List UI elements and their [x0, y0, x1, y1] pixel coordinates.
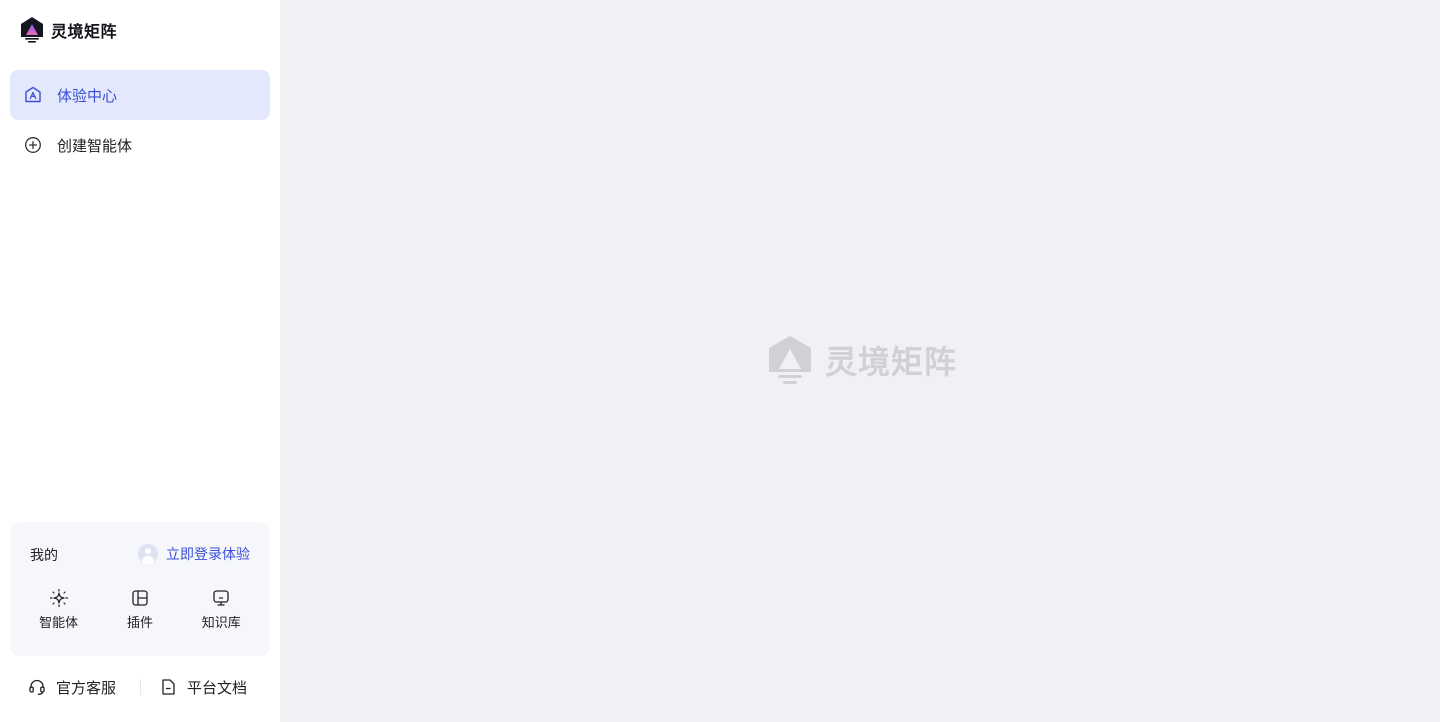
nav-item-label: 体验中心 — [57, 86, 118, 105]
nav-item-create-agent[interactable]: 创建智能体 — [10, 120, 270, 170]
nav-item-experience-center[interactable]: 体验中心 — [10, 70, 270, 120]
quick-access-row: 智能体 插件 知识库 — [10, 588, 270, 631]
quick-item-plugins[interactable]: 插件 — [110, 588, 170, 631]
docs-label: 平台文档 — [187, 678, 248, 697]
avatar-icon — [138, 544, 158, 564]
sidebar-nav: 体验中心 创建智能体 — [10, 70, 270, 170]
quick-item-label: 插件 — [126, 616, 153, 631]
plugin-icon — [132, 590, 148, 606]
headset-icon — [29, 679, 45, 695]
brand[interactable]: 灵境矩阵 — [19, 16, 117, 44]
app: 灵境矩阵 体验中心 创建智能体 我的 立即登录体验 智能体 插件 知识库 官方客… — [0, 0, 1440, 722]
document-icon — [162, 679, 175, 695]
watermark: 灵境矩阵 — [767, 334, 957, 386]
quick-item-knowledge-base[interactable]: 知识库 — [191, 588, 251, 631]
plus-circle-icon — [25, 137, 41, 153]
nav-item-label: 创建智能体 — [57, 136, 133, 155]
brand-logo-icon — [21, 17, 43, 43]
quick-item-label: 智能体 — [39, 616, 79, 631]
docs-link[interactable]: 平台文档 — [159, 677, 247, 698]
sparkle-icon — [49, 588, 68, 608]
login-link[interactable]: 立即登录体验 — [138, 544, 250, 564]
my-card: 我的 立即登录体验 智能体 插件 知识库 — [10, 522, 270, 656]
brand-name: 灵境矩阵 — [51, 22, 118, 41]
watermark-logo-icon — [769, 336, 811, 384]
quick-item-label: 知识库 — [201, 616, 241, 631]
sidebar-footer: 官方客服 平台文档 — [0, 672, 280, 702]
support-label: 官方客服 — [56, 678, 117, 697]
footer-divider — [140, 679, 141, 695]
support-link[interactable]: 官方客服 — [28, 677, 116, 698]
experience-center-icon — [25, 86, 41, 103]
quick-item-agents[interactable]: 智能体 — [29, 588, 89, 631]
main-content: 灵境矩阵 — [280, 0, 1440, 722]
my-title: 我的 — [30, 548, 58, 564]
watermark-text: 灵境矩阵 — [825, 343, 958, 381]
sidebar: 灵境矩阵 体验中心 创建智能体 我的 立即登录体验 智能体 插件 知识库 官方客… — [0, 0, 280, 722]
login-label: 立即登录体验 — [166, 547, 250, 563]
knowledge-base-icon — [213, 590, 229, 606]
